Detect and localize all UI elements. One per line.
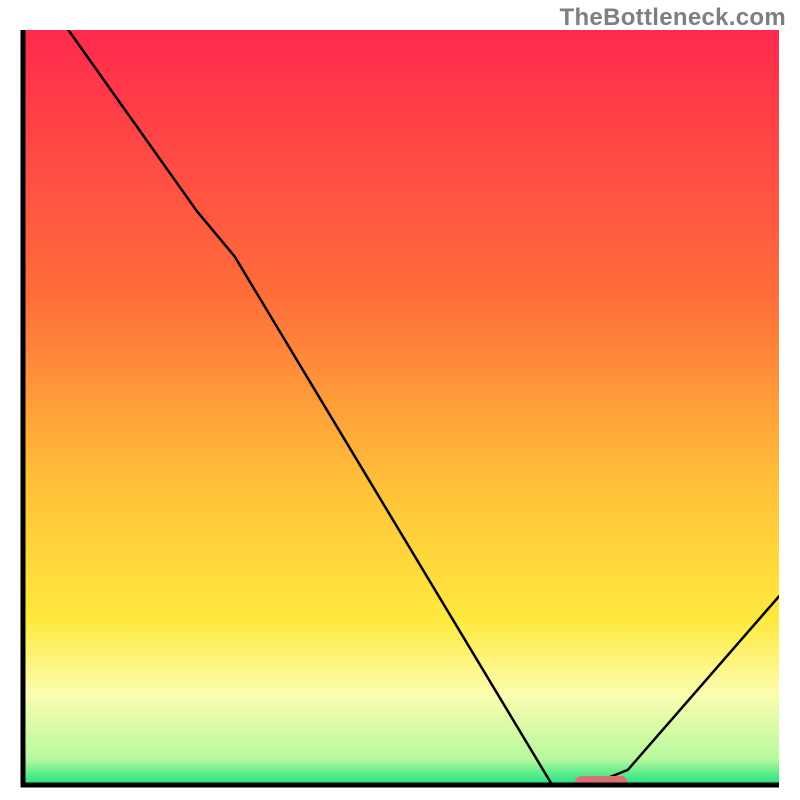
gradient-background bbox=[23, 30, 779, 785]
chart-container: TheBottleneck.com bbox=[0, 0, 800, 800]
watermark-text: TheBottleneck.com bbox=[560, 4, 786, 32]
bottleneck-chart bbox=[20, 30, 782, 788]
